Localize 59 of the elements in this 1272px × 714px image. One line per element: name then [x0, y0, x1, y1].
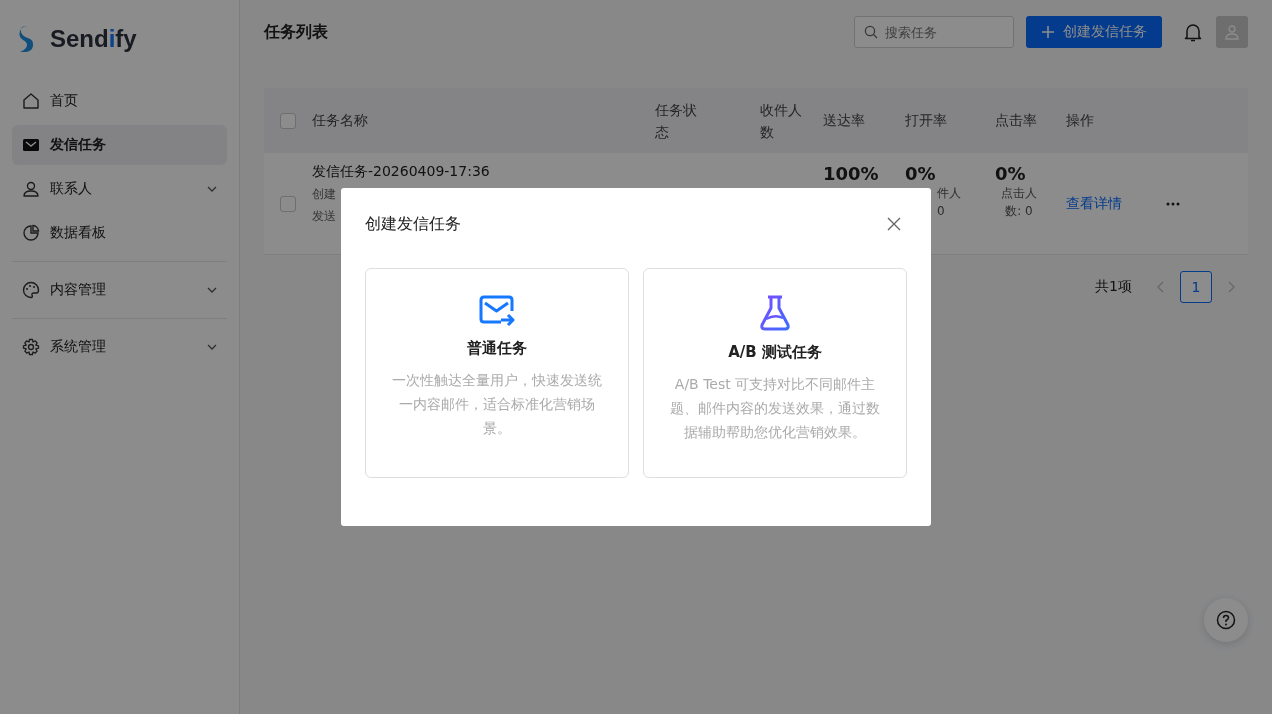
- mail-icon: [22, 136, 40, 154]
- card-description: A/B Test 可支持对比不同邮件主题、邮件内容的发送效果，通过数据辅助帮助您优化营销效果。: [669, 375, 881, 442]
- column-header: 任务状态: [655, 100, 698, 142]
- pie-chart-icon: [22, 224, 40, 242]
- click-rate: 0%: [995, 163, 1026, 184]
- card-description: 一次性触达全量用户，快速发送统一内容邮件，适合标准化营销场景。: [391, 371, 603, 438]
- task-meta: 创建: [312, 186, 336, 203]
- column-header: 送达率: [823, 111, 866, 130]
- nav-item[interactable]: 内容管理: [12, 270, 227, 310]
- nav-item[interactable]: 发信任务: [12, 125, 227, 165]
- task-name: 发信任务-20260409-17:36: [312, 163, 490, 181]
- flask-icon: [759, 295, 791, 331]
- total-count: 共1项: [1095, 278, 1132, 296]
- view-details-link[interactable]: 查看详情: [1066, 195, 1166, 213]
- chevron-down-icon: [207, 287, 217, 293]
- user-icon: [1224, 24, 1240, 40]
- nav-item[interactable]: 联系人: [12, 169, 227, 209]
- palette-icon: [22, 281, 40, 299]
- task-type-card[interactable]: 普通任务 一次性触达全量用户，快速发送统一内容邮件，适合标准化营销场景。: [365, 268, 629, 478]
- mail-arrow-icon: [479, 295, 515, 327]
- modal-title: 创建发信任务: [365, 213, 461, 235]
- nav-item[interactable]: 首页: [12, 81, 227, 121]
- delivery-rate: 100%: [823, 163, 879, 184]
- help-icon: [1216, 610, 1236, 630]
- home-icon: [22, 92, 40, 110]
- chevron-down-icon: [207, 186, 217, 192]
- chevron-left-icon[interactable]: [1156, 281, 1164, 293]
- page-button[interactable]: 1: [1180, 271, 1212, 303]
- user-icon: [22, 180, 40, 198]
- close-icon[interactable]: [887, 217, 901, 231]
- search-field[interactable]: 搜索任务: [854, 16, 1014, 48]
- card-title: 普通任务: [467, 339, 527, 358]
- click-count: 点击人数: 0: [1000, 185, 1038, 220]
- column-header: 打开率: [905, 111, 948, 130]
- column-header: 操作: [1066, 111, 1095, 130]
- nav-item[interactable]: 数据看板: [12, 213, 227, 253]
- settings-icon: [22, 338, 40, 356]
- chevron-right-icon[interactable]: [1228, 281, 1236, 293]
- help-button[interactable]: [1204, 598, 1248, 642]
- card-title: A/B 测试任务: [728, 343, 822, 362]
- checkbox[interactable]: [280, 112, 296, 129]
- more-icon[interactable]: [1166, 202, 1180, 206]
- plus-icon: [1041, 25, 1055, 39]
- column-header: 任务名称: [312, 111, 369, 130]
- create-task-button[interactable]: 创建发信任务: [1026, 16, 1162, 48]
- open-count: 件人: [937, 185, 961, 202]
- column-header: 点击率: [995, 111, 1038, 130]
- nav-item[interactable]: 系统管理: [12, 327, 227, 367]
- task-type-card[interactable]: A/B 测试任务 A/B Test 可支持对比不同邮件主题、邮件内容的发送效果，通过数据辅助帮助您优化营销效果。: [643, 268, 907, 478]
- logo-text: Sendify: [50, 25, 137, 53]
- checkbox[interactable]: [280, 196, 296, 212]
- chevron-down-icon: [207, 344, 217, 350]
- open-rate: 0%: [905, 163, 936, 184]
- column-header: 收件人数: [760, 100, 803, 142]
- page-title: 任务列表: [264, 21, 329, 43]
- open-count: 0: [937, 203, 945, 220]
- avatar[interactable]: [1216, 16, 1248, 48]
- bell-icon[interactable]: [1184, 22, 1202, 42]
- task-meta: 发送: [312, 208, 336, 225]
